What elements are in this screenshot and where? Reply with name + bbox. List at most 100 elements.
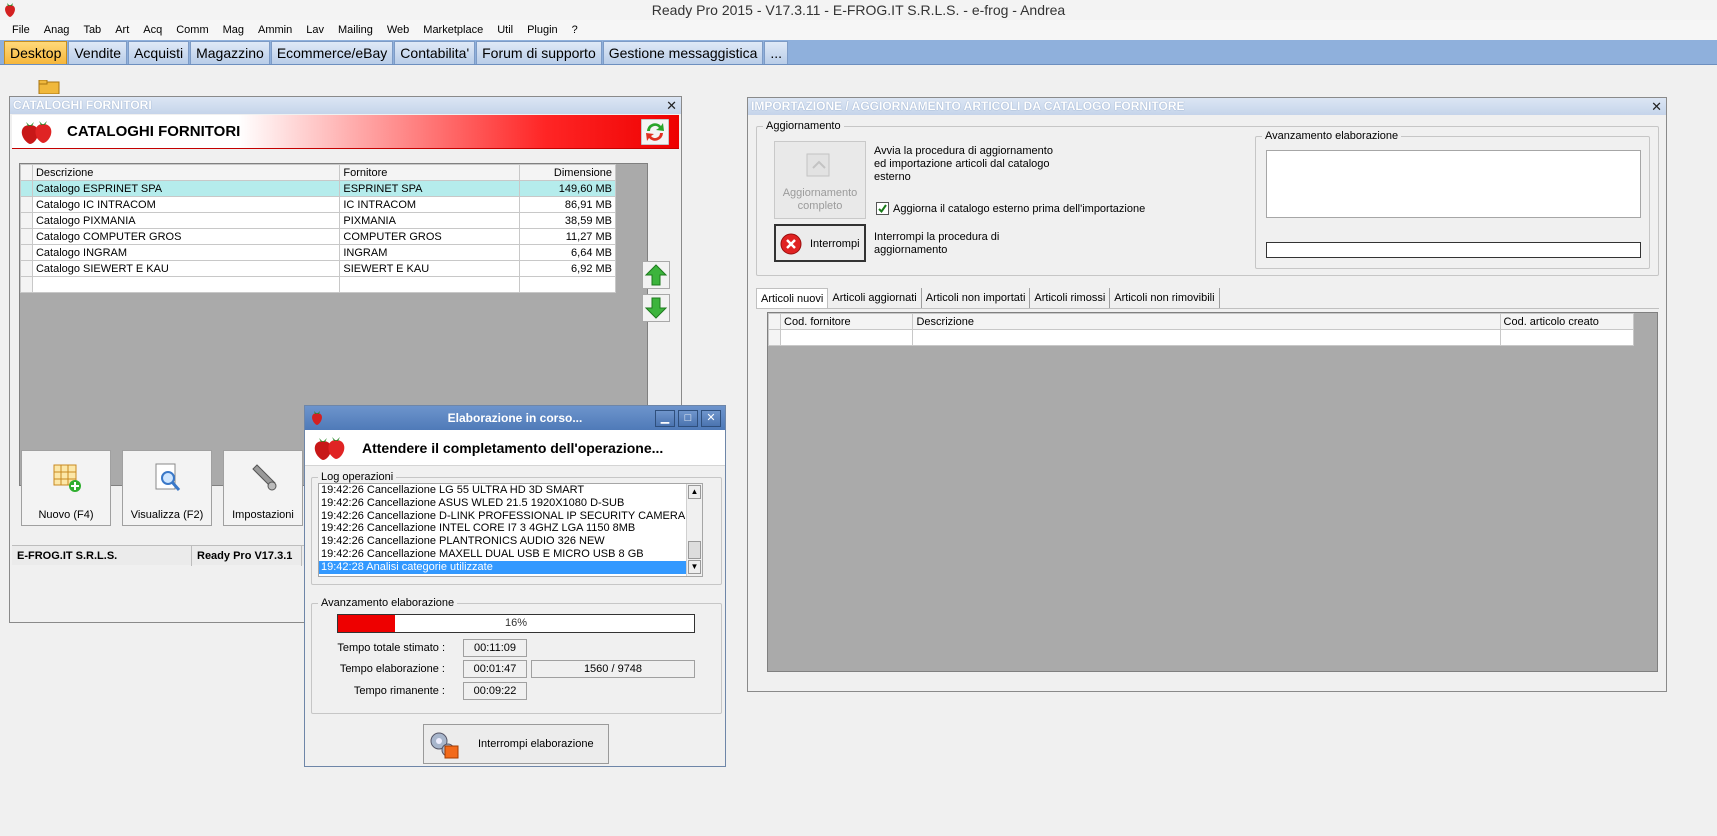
menu-comm[interactable]: Comm <box>169 20 215 40</box>
tab-contabilita[interactable]: Contabilita' <box>394 41 476 64</box>
tab-articoli-aggiornati[interactable]: Articoli aggiornati <box>828 288 922 308</box>
tab-articoli-non-importati[interactable]: Articoli non importati <box>921 288 1031 308</box>
tab-more[interactable]: ... <box>764 41 789 64</box>
impostazioni-button[interactable]: Impostazioni <box>223 450 303 526</box>
scroll-down-icon[interactable]: ▼ <box>688 560 701 574</box>
row-selector[interactable] <box>767 329 782 346</box>
cell-descrizione[interactable]: Catalogo IC INTRACOM <box>31 196 341 213</box>
menu-file[interactable]: File <box>5 20 37 40</box>
cell-fornitore[interactable]: INGRAM <box>339 244 521 261</box>
table-row[interactable]: Catalogo INGRAM INGRAM 6,64 MB <box>20 244 616 261</box>
cell-dimensione[interactable]: 11,27 MB <box>519 228 616 245</box>
menu-acq[interactable]: Acq <box>136 20 169 40</box>
row-selector[interactable] <box>20 260 33 277</box>
table-row[interactable]: Catalogo SIEWERT E KAU SIEWERT E KAU 6,9… <box>20 260 616 277</box>
col-dimensione[interactable]: Dimensione <box>519 164 616 181</box>
minimize-icon[interactable]: ▁ <box>655 410 675 427</box>
cell-dimensione[interactable]: 6,64 MB <box>519 244 616 261</box>
menu-art[interactable]: Art <box>108 20 136 40</box>
row-selector[interactable] <box>20 244 33 261</box>
strawberry-app-icon[interactable] <box>3 2 17 17</box>
row-selector[interactable] <box>20 180 33 197</box>
cell-fornitore[interactable]: COMPUTER GROS <box>339 228 521 245</box>
cell-descrizione[interactable]: Catalogo ESPRINET SPA <box>31 180 341 197</box>
cell-descrizione[interactable]: Catalogo COMPUTER GROS <box>31 228 341 245</box>
cell-dimensione[interactable]: 38,59 MB <box>519 212 616 229</box>
table-row-empty[interactable] <box>20 276 616 293</box>
aggiorna-catalogo-label[interactable]: Aggiorna il catalogo esterno prima dell'… <box>893 203 1145 216</box>
interrompi-elaborazione-button[interactable]: Interrompi elaborazione <box>423 724 609 764</box>
close-icon[interactable]: ✕ <box>666 97 677 114</box>
cell-dimensione[interactable]: 6,92 MB <box>519 260 616 277</box>
log-line[interactable]: 19:42:26 Cancellazione D-LINK PROFESSION… <box>319 510 702 523</box>
tab-forum[interactable]: Forum di supporto <box>476 41 602 64</box>
tab-vendite[interactable]: Vendite <box>68 41 128 64</box>
cell-fornitore[interactable]: PIXMANIA <box>339 212 521 229</box>
cell-descrizione[interactable]: Catalogo SIEWERT E KAU <box>31 260 341 277</box>
col-cod-fornitore[interactable]: Cod. fornitore <box>780 313 914 330</box>
move-up-button[interactable] <box>642 261 670 289</box>
log-line[interactable]: 19:42:26 Cancellazione INTEL CORE I7 3 4… <box>319 522 702 535</box>
log-line-selected[interactable]: 19:42:28 Analisi categorie utilizzate <box>319 560 702 574</box>
refresh-icon[interactable] <box>641 119 669 145</box>
cell-dimensione[interactable]: 86,91 MB <box>519 196 616 213</box>
aggiornamento-completo-button[interactable]: Aggiornamento completo <box>774 141 866 219</box>
close-icon[interactable]: ✕ <box>1651 98 1662 115</box>
col-descrizione[interactable]: Descrizione <box>912 313 1501 330</box>
row-selector[interactable] <box>20 228 33 245</box>
log-list[interactable]: 19:42:26 Cancellazione LG 55 ULTRA HD 3D… <box>318 483 703 577</box>
scroll-thumb[interactable] <box>688 541 701 559</box>
cell-fornitore[interactable]: ESPRINET SPA <box>339 180 521 197</box>
table-row[interactable]: Catalogo ESPRINET SPA ESPRINET SPA 149,6… <box>20 180 616 197</box>
close-icon[interactable]: ✕ <box>701 410 721 427</box>
nuovo-button[interactable]: Nuovo (F4) <box>21 450 111 526</box>
menu-marketplace[interactable]: Marketplace <box>416 20 490 40</box>
log-line[interactable]: 19:42:26 Cancellazione MAXELL DUAL USB E… <box>319 548 702 561</box>
interrompi-button[interactable]: Interrompi <box>774 224 866 262</box>
col-cod-articolo-creato[interactable]: Cod. articolo creato <box>1499 313 1635 330</box>
tab-magazzino[interactable]: Magazzino <box>190 41 270 64</box>
menu-help[interactable]: ? <box>565 20 585 40</box>
visualizza-button[interactable]: Visualizza (F2) <box>122 450 212 526</box>
cell-dimensione[interactable]: 149,60 MB <box>519 180 616 197</box>
check-icon <box>878 204 887 214</box>
row-selector[interactable] <box>20 196 33 213</box>
menu-lav[interactable]: Lav <box>299 20 331 40</box>
tab-articoli-nuovi[interactable]: Articoli nuovi <box>756 288 829 308</box>
tab-desktop[interactable]: Desktop <box>4 41 68 64</box>
tab-acquisti[interactable]: Acquisti <box>128 41 190 64</box>
log-line[interactable]: 19:42:26 Cancellazione LG 55 ULTRA HD 3D… <box>319 484 702 497</box>
tab-articoli-rimossi[interactable]: Articoli rimossi <box>1030 288 1111 308</box>
col-fornitore[interactable]: Fornitore <box>339 164 521 181</box>
menu-anag[interactable]: Anag <box>37 20 77 40</box>
menu-web[interactable]: Web <box>380 20 416 40</box>
cell-fornitore[interactable]: IC INTRACOM <box>339 196 521 213</box>
log-scrollbar[interactable]: ▲ ▼ <box>686 484 702 576</box>
maximize-icon[interactable]: □ <box>678 410 698 427</box>
move-down-button[interactable] <box>642 294 670 322</box>
table-row[interactable]: Catalogo PIXMANIA PIXMANIA 38,59 MB <box>20 212 616 229</box>
aggiorna-catalogo-checkbox[interactable] <box>876 202 889 215</box>
folder-icon[interactable] <box>38 80 60 94</box>
menu-mailing[interactable]: Mailing <box>331 20 380 40</box>
log-line[interactable]: 19:42:26 Cancellazione PLANTRONICS AUDIO… <box>319 535 702 548</box>
tab-messaggistica[interactable]: Gestione messaggistica <box>602 41 764 64</box>
table-row[interactable]: Catalogo COMPUTER GROS COMPUTER GROS 11,… <box>20 228 616 245</box>
menu-util[interactable]: Util <box>490 20 520 40</box>
tab-ecommerce[interactable]: Ecommerce/eBay <box>270 41 394 64</box>
menu-ammin[interactable]: Ammin <box>251 20 299 40</box>
menu-plugin[interactable]: Plugin <box>520 20 565 40</box>
scroll-up-icon[interactable]: ▲ <box>688 485 701 499</box>
table-row[interactable]: Catalogo IC INTRACOM IC INTRACOM 86,91 M… <box>20 196 616 213</box>
table-row-empty[interactable] <box>767 329 1635 346</box>
menu-mag[interactable]: Mag <box>216 20 251 40</box>
cell-descrizione[interactable]: Catalogo PIXMANIA <box>31 212 341 229</box>
col-descrizione[interactable]: Descrizione <box>31 164 341 181</box>
menu-tab[interactable]: Tab <box>76 20 108 40</box>
row-selector[interactable] <box>20 212 33 229</box>
tab-articoli-non-rimovibili[interactable]: Articoli non rimovibili <box>1110 288 1220 308</box>
cell-fornitore[interactable]: SIEWERT E KAU <box>339 260 521 277</box>
row-selector[interactable] <box>20 276 33 293</box>
log-line[interactable]: 19:42:26 Cancellazione ASUS WLED 21.5 19… <box>319 497 702 510</box>
cell-descrizione[interactable]: Catalogo INGRAM <box>31 244 341 261</box>
